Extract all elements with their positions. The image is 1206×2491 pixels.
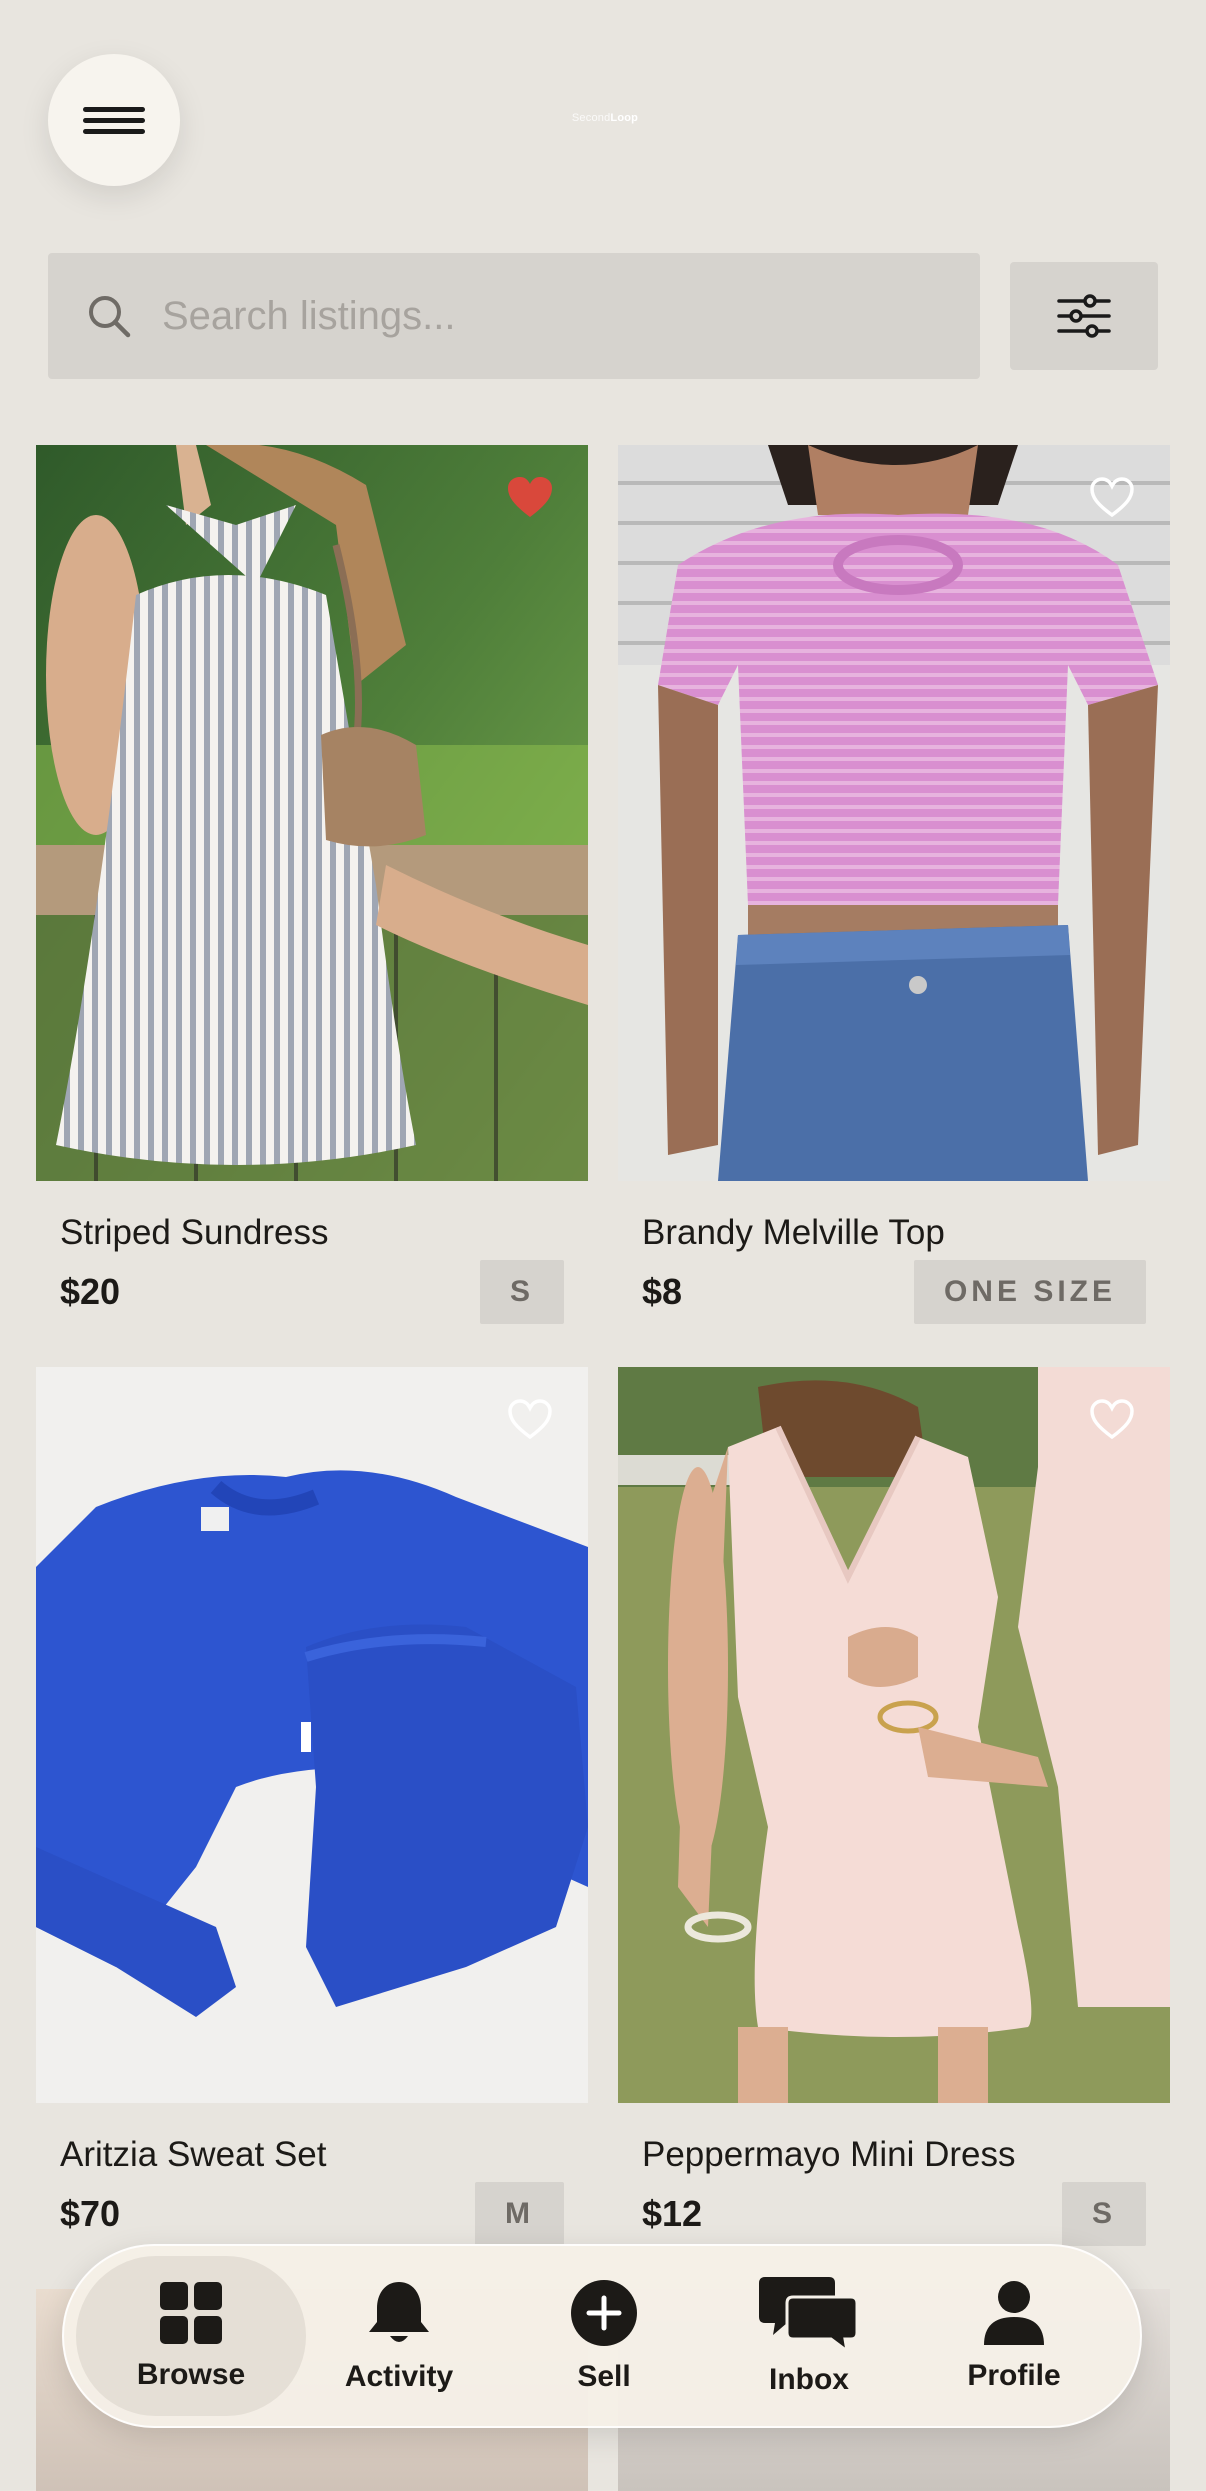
tab-activity[interactable]: Activity — [284, 2256, 514, 2416]
hamburger-menu-icon-bar — [83, 118, 145, 123]
app-logo: SecondLoop — [570, 112, 640, 124]
listing-image — [36, 445, 588, 1181]
bell-icon — [369, 2282, 429, 2342]
listing-card[interactable]: Aritzia Sweat Set $70 M — [36, 1367, 588, 2246]
tab-profile[interactable]: Profile — [899, 2256, 1129, 2416]
tab-label: Inbox — [769, 2363, 849, 2396]
listing-price: $8 — [642, 1271, 683, 1312]
listing-title: Aritzia Sweat Set — [60, 2135, 327, 2174]
listing-title: Striped Sundress — [60, 1213, 329, 1252]
person-icon — [984, 2281, 1044, 2345]
size-badge: S — [1061, 2182, 1146, 2246]
listing-card[interactable]: Striped Sundress $20 S — [36, 445, 588, 1324]
size-badge: ONE SIZE — [913, 1260, 1146, 1324]
listing-title: Brandy Melville Top — [642, 1213, 945, 1252]
bottom-tab-bar: Browse Activity Sell Inbox Profile — [62, 2244, 1142, 2428]
listing-image — [618, 1367, 1170, 2103]
tab-browse[interactable]: Browse — [76, 2256, 306, 2416]
listing-card[interactable]: Brandy Melville Top $8 ONE SIZE — [618, 445, 1170, 1324]
listing-title: Peppermayo Mini Dress — [642, 2135, 1016, 2174]
filter-button[interactable] — [1010, 262, 1158, 370]
menu-button[interactable] — [48, 54, 180, 186]
listing-image — [36, 1367, 588, 2103]
hamburger-menu-icon-bar — [83, 129, 145, 134]
grid-icon — [160, 2282, 222, 2344]
tab-label: Browse — [136, 2358, 246, 2391]
hamburger-menu-icon — [83, 107, 145, 112]
tab-sell[interactable]: Sell — [489, 2256, 719, 2416]
favorite-heart-icon[interactable] — [506, 1397, 554, 1441]
filter-sliders-icon — [1057, 294, 1111, 338]
listing-card[interactable]: Peppermayo Mini Dress $12 S — [618, 1367, 1170, 2246]
tab-inbox[interactable]: Inbox — [694, 2256, 924, 2416]
tab-label: Sell — [577, 2360, 631, 2393]
search-input[interactable] — [162, 293, 942, 339]
chat-bubbles-icon — [759, 2277, 859, 2351]
favorite-heart-icon[interactable] — [1088, 1397, 1136, 1441]
listing-image — [618, 445, 1170, 1181]
listing-price: $12 — [642, 2193, 703, 2234]
favorite-heart-icon[interactable] — [506, 475, 554, 519]
favorite-heart-icon[interactable] — [1088, 475, 1136, 519]
size-badge: M — [475, 2182, 564, 2246]
size-badge: S — [479, 1260, 564, 1324]
logo-part2: Loop — [610, 112, 639, 124]
tab-label: Activity — [344, 2360, 454, 2393]
listing-price: $70 — [60, 2193, 121, 2234]
tab-label: Profile — [967, 2359, 1061, 2392]
plus-circle-icon — [571, 2280, 637, 2346]
search-bar[interactable] — [48, 253, 980, 379]
logo-part1: Second — [571, 112, 611, 124]
search-icon — [89, 296, 131, 338]
listing-price: $20 — [60, 1271, 121, 1312]
